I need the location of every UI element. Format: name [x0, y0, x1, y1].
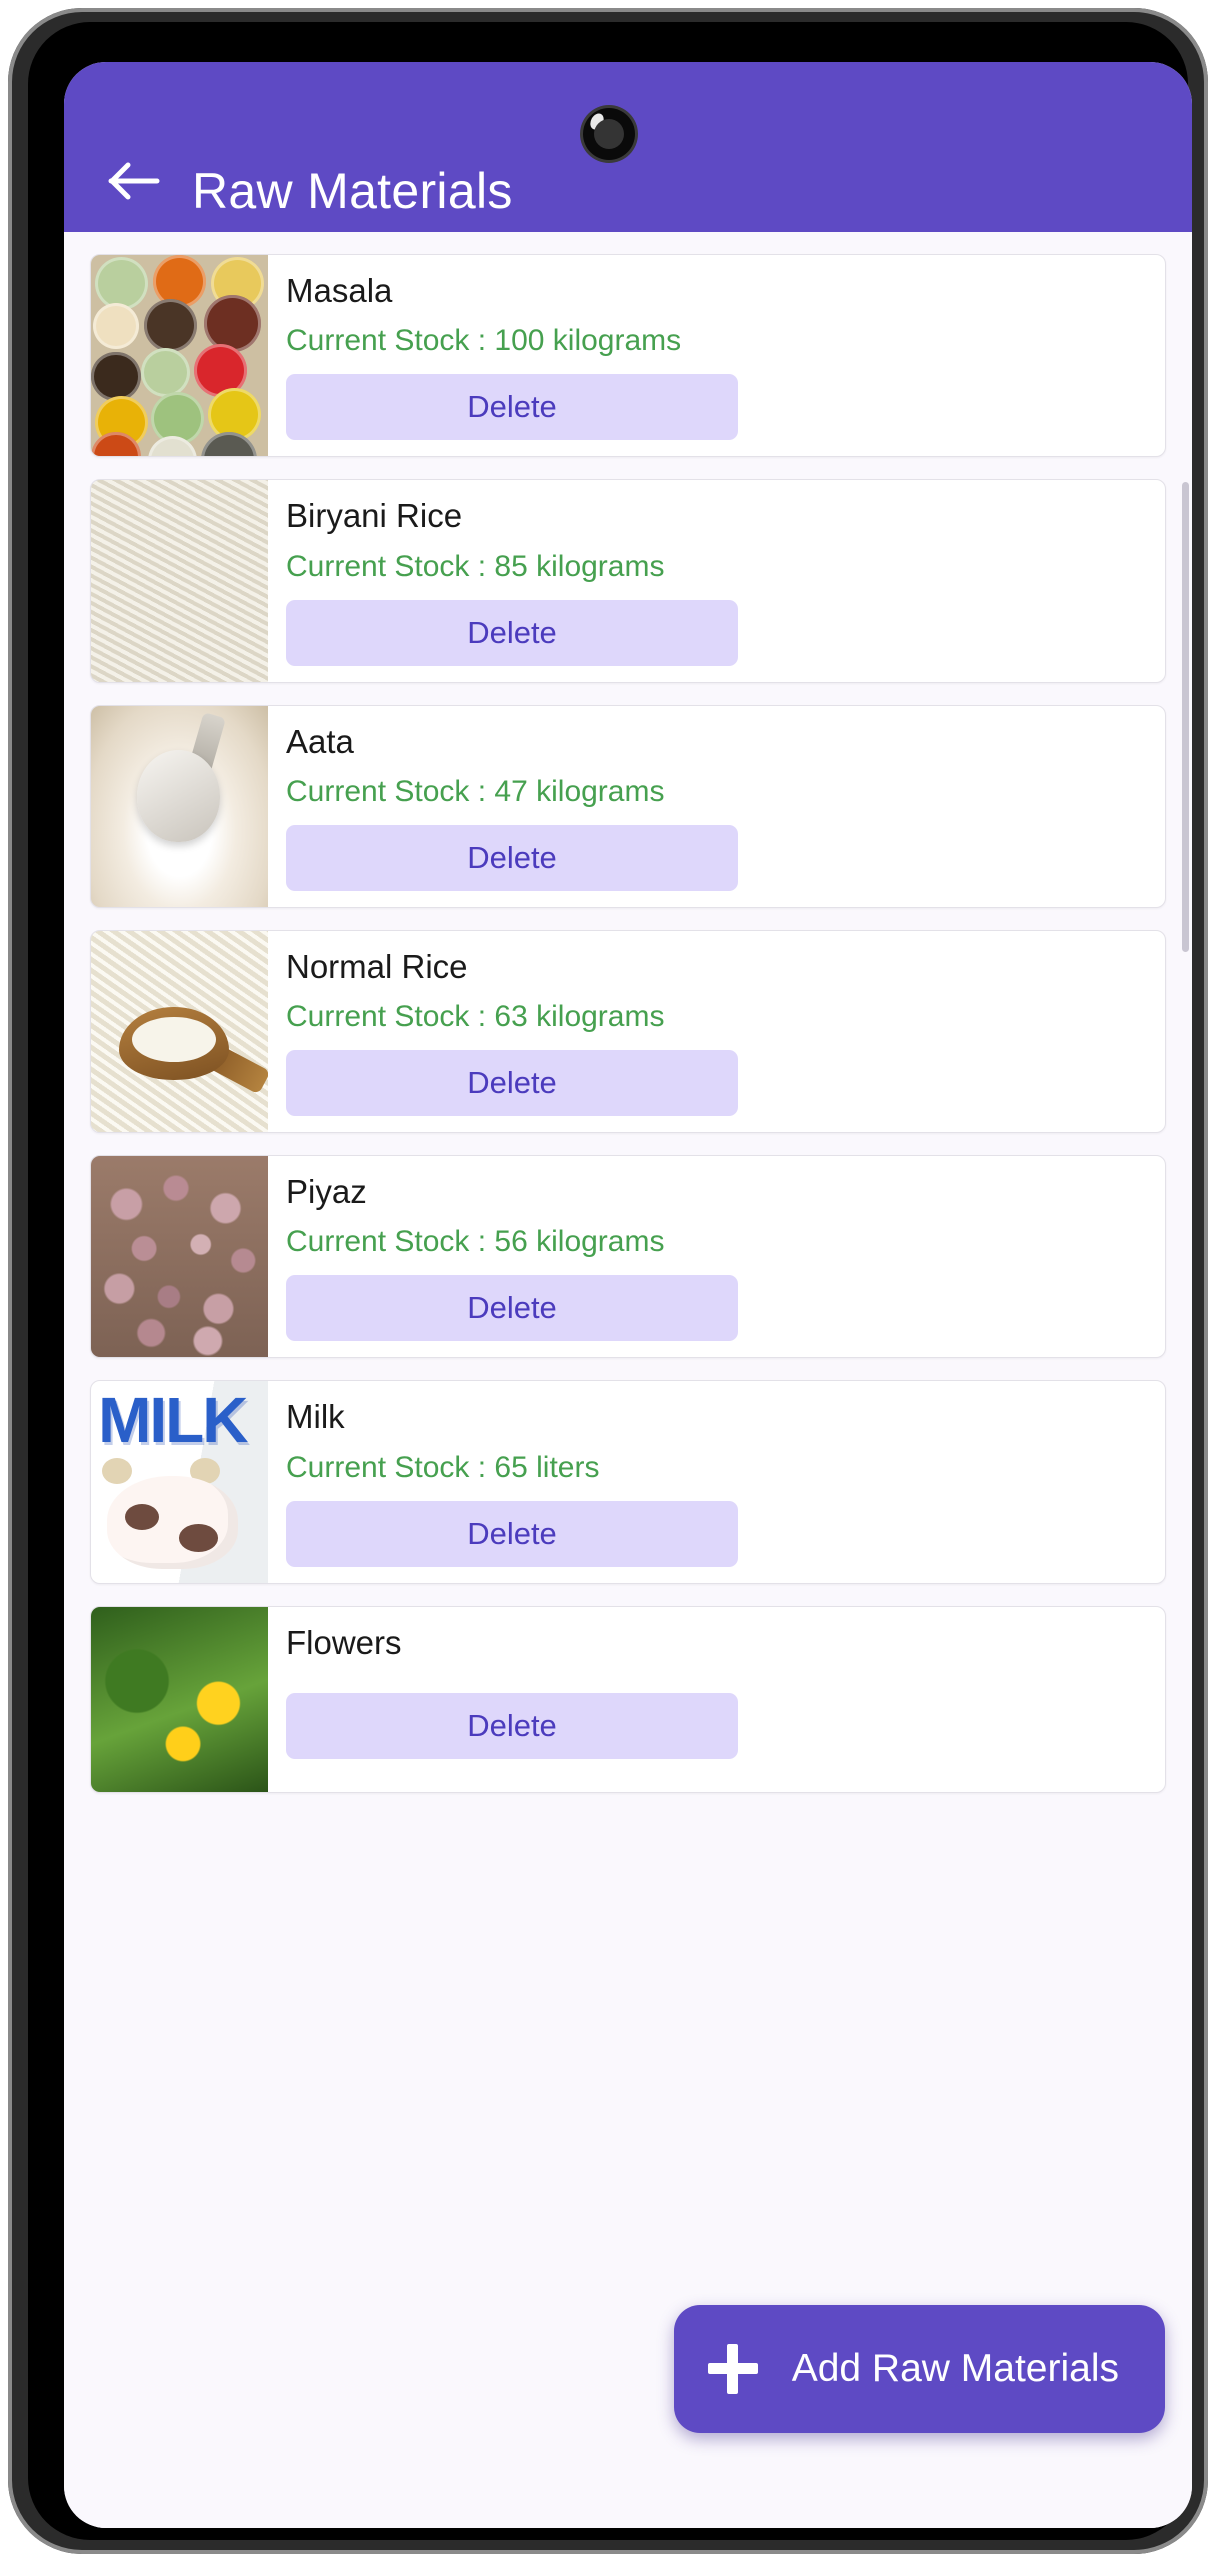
raw-material-details: Aata Current Stock : 47 kilograms Delete — [268, 706, 1165, 907]
raw-material-name: Milk — [286, 1398, 345, 1436]
raw-material-stock: Current Stock : 65 liters — [286, 1450, 600, 1484]
raw-material-image — [91, 705, 268, 907]
raw-material-card[interactable]: Normal Rice Current Stock : 63 kilograms… — [90, 929, 1166, 1134]
front-camera-icon — [583, 108, 635, 160]
raw-material-image — [91, 480, 268, 682]
raw-materials-list[interactable]: Masala Current Stock : 100 kilograms Del… — [64, 232, 1192, 2528]
raw-material-name: Biryani Rice — [286, 497, 463, 535]
raw-material-details: Biryani Rice Current Stock : 85 kilogram… — [268, 480, 1165, 681]
raw-material-card[interactable]: Biryani Rice Current Stock : 85 kilogram… — [90, 479, 1166, 683]
raw-material-card[interactable]: Piyaz Current Stock : 56 kilograms Delet… — [90, 1155, 1166, 1359]
delete-button[interactable]: Delete — [286, 824, 738, 891]
delete-button[interactable]: Delete — [286, 1693, 738, 1760]
raw-material-stock: Current Stock : 63 kilograms — [286, 1000, 665, 1034]
phone-bezel: Raw Materials Masala Current Stock : 100… — [28, 22, 1192, 2540]
raw-material-details: Normal Rice Current Stock : 63 kilograms… — [268, 931, 1165, 1132]
raw-material-name: Masala — [286, 272, 393, 309]
back-button[interactable] — [86, 146, 182, 216]
list-scrollbar[interactable] — [1182, 482, 1189, 952]
phone-screen: Raw Materials Masala Current Stock : 100… — [64, 62, 1192, 2528]
plus-icon — [707, 2344, 758, 2394]
raw-material-card[interactable]: Flowers Delete — [90, 1605, 1166, 1793]
raw-material-stock: Current Stock : 100 kilograms — [286, 324, 682, 358]
delete-button[interactable]: Delete — [286, 374, 738, 441]
phone-frame: Raw Materials Masala Current Stock : 100… — [8, 8, 1208, 2554]
arrow-left-icon — [107, 160, 161, 202]
delete-button[interactable]: Delete — [286, 1275, 738, 1342]
raw-material-image — [91, 1606, 268, 1792]
add-raw-materials-label: Add Raw Materials — [791, 2347, 1119, 2390]
delete-button[interactable]: Delete — [286, 599, 738, 666]
raw-material-stock: Current Stock : 85 kilograms — [286, 549, 665, 583]
page-title: Raw Materials — [192, 163, 513, 219]
raw-material-details: Flowers Delete — [268, 1607, 1165, 1792]
raw-material-image: MILK — [91, 1381, 268, 1583]
raw-material-image — [91, 930, 268, 1133]
raw-material-name: Aata — [286, 722, 354, 760]
raw-material-card[interactable]: Masala Current Stock : 100 kilograms Del… — [90, 254, 1166, 458]
delete-button[interactable]: Delete — [286, 1050, 738, 1117]
raw-material-details: Milk Current Stock : 65 liters Delete — [268, 1381, 1165, 1582]
raw-material-details: Piyaz Current Stock : 56 kilograms Delet… — [268, 1156, 1165, 1357]
raw-material-stock: Current Stock : 47 kilograms — [286, 774, 665, 808]
raw-material-details: Masala Current Stock : 100 kilograms Del… — [268, 255, 1165, 456]
add-raw-materials-button[interactable]: Add Raw Materials — [673, 2305, 1165, 2433]
raw-material-image — [91, 1156, 268, 1358]
raw-material-name: Flowers — [286, 1623, 402, 1661]
milk-carton-label: MILK — [98, 1383, 248, 1456]
raw-material-image — [91, 255, 268, 457]
raw-material-card[interactable]: Aata Current Stock : 47 kilograms Delete — [90, 704, 1166, 908]
delete-button[interactable]: Delete — [286, 1500, 738, 1567]
raw-material-name: Piyaz — [286, 1173, 367, 1211]
raw-material-stock: Current Stock : 56 kilograms — [286, 1225, 665, 1259]
raw-material-name: Normal Rice — [286, 947, 468, 985]
raw-material-card[interactable]: MILK Milk Current Stock : 65 liters Dele… — [90, 1380, 1166, 1584]
